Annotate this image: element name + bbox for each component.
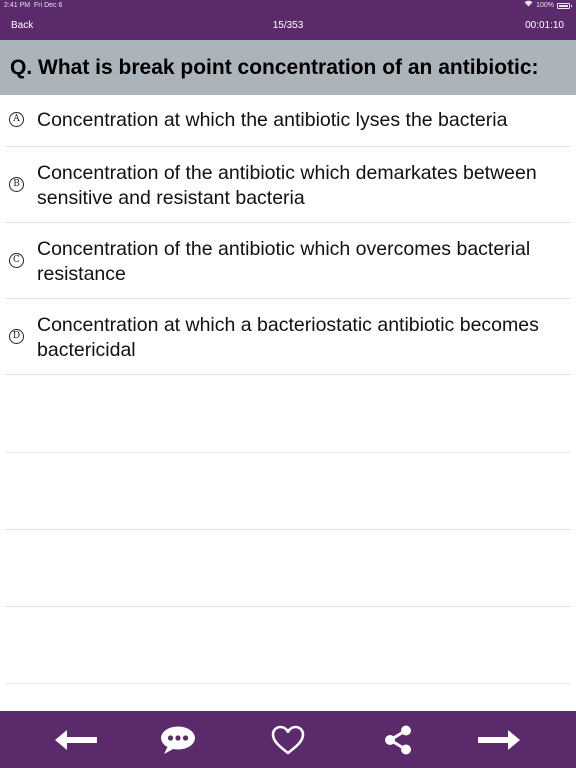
bottom-toolbar xyxy=(0,711,576,768)
empty-row xyxy=(5,530,571,607)
option-letter-c-icon: C xyxy=(9,253,24,268)
arrow-right-icon xyxy=(478,730,520,750)
status-date: Fri Dec 6 xyxy=(33,2,63,9)
question-prefix: Q. xyxy=(10,56,33,79)
comments-button[interactable] xyxy=(154,725,202,755)
option-letter-b-icon: B xyxy=(9,177,24,192)
option-text: Concentration of the antibiotic which ov… xyxy=(37,238,531,285)
question-header: Q. What is break point concentration of … xyxy=(0,40,576,95)
status-time-date: 2:41 PM Fri Dec 6 xyxy=(4,0,62,11)
chat-bubble-icon xyxy=(161,726,195,754)
favorite-button[interactable] xyxy=(264,725,312,755)
share-icon xyxy=(385,725,411,755)
empty-list-area xyxy=(0,376,576,684)
quiz-timer: 00:01:10 xyxy=(525,20,564,31)
option-text: Concentration at which a bacteriostatic … xyxy=(37,314,539,361)
previous-button[interactable] xyxy=(52,725,100,755)
option-text: Concentration of the antibiotic which de… xyxy=(37,162,537,209)
next-button[interactable] xyxy=(475,725,523,755)
share-button[interactable] xyxy=(374,725,422,755)
status-time: 2:41 PM xyxy=(4,2,31,9)
question-text: Q. What is break point concentration of … xyxy=(10,56,539,80)
navigation-bar: Back 15/353 00:01:10 xyxy=(0,11,576,40)
answer-option-a[interactable]: A Concentration at which the antibiotic … xyxy=(5,95,571,147)
battery-icon xyxy=(557,2,572,9)
wifi-icon xyxy=(524,0,533,11)
option-letter-d-icon: D xyxy=(9,329,24,344)
battery-percent: 100% xyxy=(536,2,554,9)
option-text: Concentration at which the antibiotic ly… xyxy=(37,109,508,131)
question-counter: 15/353 xyxy=(272,20,304,31)
status-right: 100% xyxy=(524,0,572,11)
empty-row xyxy=(5,453,571,530)
answer-option-b[interactable]: B Concentration of the antibiotic which … xyxy=(5,147,571,223)
question-body: What is break point concentration of an … xyxy=(38,56,539,79)
heart-icon xyxy=(271,725,305,755)
answer-options: A Concentration at which the antibiotic … xyxy=(0,95,576,375)
option-letter-a-icon: A xyxy=(9,112,24,127)
answer-option-c[interactable]: C Concentration of the antibiotic which … xyxy=(5,223,571,299)
status-bar: 2:41 PM Fri Dec 6 100% xyxy=(0,0,576,11)
arrow-left-icon xyxy=(55,730,97,750)
empty-row xyxy=(5,376,571,453)
empty-row xyxy=(5,607,571,684)
answer-option-d[interactable]: D Concentration at which a bacteriostati… xyxy=(5,299,571,375)
